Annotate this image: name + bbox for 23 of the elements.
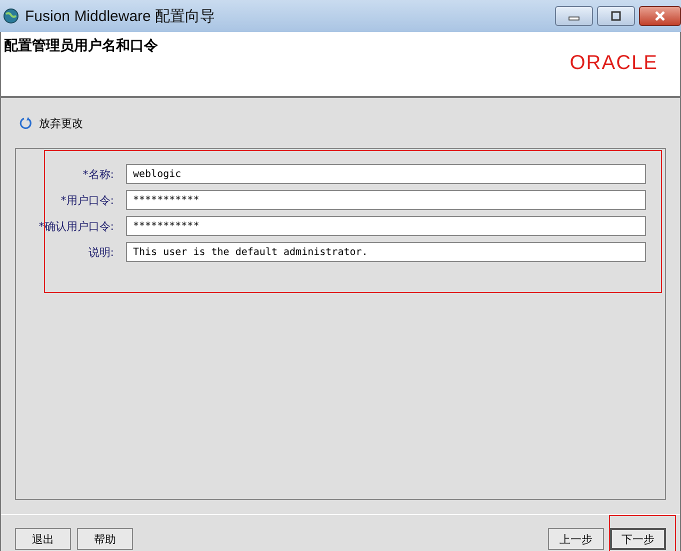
input-field[interactable]: weblogic <box>126 164 646 184</box>
field-label: *名称: <box>82 166 114 182</box>
footer-button[interactable]: 下一步 <box>610 528 666 550</box>
footer-button[interactable]: 上一步 <box>548 528 604 550</box>
maximize-icon <box>610 11 622 21</box>
footer-button[interactable]: 帮助 <box>77 528 133 550</box>
revert-link[interactable]: 放弃更改 <box>39 116 83 130</box>
highlight-frame <box>609 515 676 551</box>
maximize-button[interactable] <box>597 6 635 26</box>
minimize-button[interactable] <box>555 6 593 26</box>
input-field[interactable]: This user is the default administrator. <box>126 242 646 262</box>
logo: ORACLE <box>570 52 658 75</box>
refresh-icon <box>19 116 33 130</box>
close-button[interactable] <box>639 6 681 26</box>
field-label: 说明: <box>87 244 114 260</box>
page-heading: 配置管理员用户名和口令 <box>4 37 158 55</box>
input-field[interactable]: *********** <box>126 190 646 210</box>
field-label: *用户口令: <box>60 192 114 208</box>
window-title: Fusion Middleware 配置向导 <box>25 6 216 26</box>
close-icon <box>653 10 667 22</box>
input-field[interactable]: *********** <box>126 216 646 236</box>
globe-icon <box>3 8 19 24</box>
footer-button[interactable]: 退出 <box>15 528 71 550</box>
